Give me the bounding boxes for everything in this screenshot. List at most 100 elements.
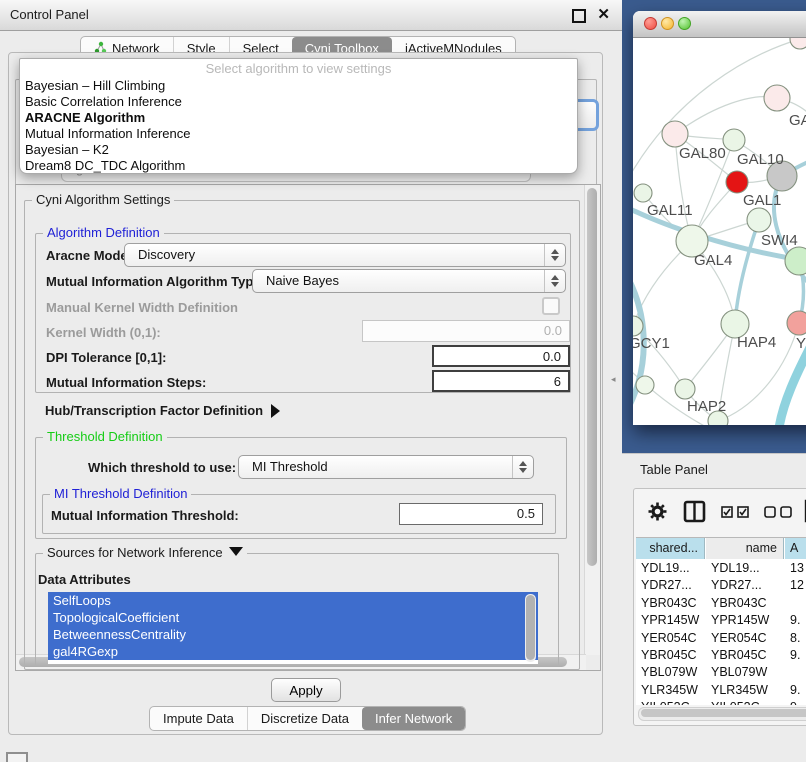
sources-group: Sources for Network Inference Data Attri… (35, 553, 559, 666)
attribute-list-item[interactable]: SelfLoops (48, 592, 538, 609)
algorithm-option[interactable]: Basic Correlation Inference (20, 94, 577, 110)
node-table[interactable]: shared...nameA YDL19...YDL19...13YDR27..… (636, 537, 806, 705)
float-window-icon[interactable] (572, 9, 586, 23)
which-threshold-value: MI Threshold (252, 456, 328, 478)
sources-title-label: Sources for Network Inference (47, 545, 223, 560)
hub-definition-toggle[interactable]: Hub/Transcription Factor Definition (45, 403, 280, 418)
kernel-width-label: Kernel Width (0,1): (46, 325, 161, 340)
node-label: HAP2 (687, 398, 726, 415)
table-cell: YPR145W (706, 612, 789, 629)
app-root: Control Panel ✕ Network Style Select (0, 0, 806, 762)
sources-title[interactable]: Sources for Network Inference (43, 545, 247, 561)
minimize-traffic-light-icon[interactable] (661, 17, 674, 30)
network-edge[interactable] (735, 220, 759, 324)
algorithm-list: Bayesian – Hill ClimbingBasic Correlatio… (20, 78, 577, 174)
stepper-icon (512, 456, 533, 478)
network-node[interactable] (790, 38, 806, 49)
hub-definition-label: Hub/Transcription Factor Definition (45, 403, 263, 418)
algorithm-option[interactable]: Bayesian – Hill Climbing (20, 78, 577, 94)
mi-type-combo[interactable]: Naive Bayes (252, 269, 566, 293)
network-node[interactable] (764, 85, 790, 111)
column-header[interactable]: name (706, 538, 784, 559)
attribute-list-item[interactable]: BetweennessCentrality (48, 626, 538, 643)
close-icon[interactable]: ✕ (597, 5, 610, 23)
algorithm-placeholder: Select algorithm to view settings (20, 59, 577, 78)
dpi-tolerance-field[interactable]: 0.0 (432, 345, 570, 367)
table-cell: 13 (785, 560, 806, 577)
tab-impute-data-label: Impute Data (163, 711, 234, 726)
split-columns-icon[interactable] (683, 500, 706, 526)
network-node[interactable] (747, 208, 771, 232)
table-row[interactable]: YIL052CYIL052C9 (636, 699, 806, 705)
expanded-arrow-icon (229, 547, 243, 556)
attribute-list-item[interactable]: TopologicalCoefficient (48, 609, 538, 626)
apply-button[interactable]: Apply (271, 678, 341, 702)
algorithm-option[interactable]: ARACNE Algorithm (20, 110, 577, 126)
which-threshold-combo[interactable]: MI Threshold (238, 455, 534, 479)
network-node[interactable] (662, 121, 688, 147)
gear-icon[interactable] (648, 502, 667, 524)
settings-scrollpane: Cyni Algorithm Settings Algorithm Defini… (15, 184, 601, 671)
algorithm-option[interactable]: Bayesian – K2 (20, 142, 577, 158)
table-cell: 12 (785, 577, 806, 594)
data-attributes-list[interactable]: SelfLoopsTopologicalCoefficientBetweenne… (48, 592, 538, 664)
table-row[interactable]: YER054CYER054C8. (636, 630, 806, 647)
close-traffic-light-icon[interactable] (644, 17, 657, 30)
divider-grip-icon[interactable]: ◂ (611, 374, 616, 385)
mi-steps-label: Mutual Information Steps: (46, 375, 206, 390)
node-label: GAL11 (647, 202, 693, 219)
algorithm-option[interactable]: Dream8 DC_TDC Algorithm (20, 158, 577, 174)
attribute-list-item[interactable]: gal4RGexp (48, 643, 538, 660)
table-row[interactable]: YPR145WYPR145W9. (636, 612, 806, 629)
manual-kernel-checkbox[interactable] (542, 297, 560, 315)
tab-impute-data[interactable]: Impute Data (150, 707, 247, 730)
network-edge[interactable] (675, 97, 777, 134)
table-toolbar (634, 489, 806, 535)
column-header[interactable]: shared... (636, 538, 705, 559)
zoom-traffic-light-icon[interactable] (678, 17, 691, 30)
network-canvas[interactable]: GALGAL80GAL10GAL11GAL1SWI4GAL4GCY1HAP4YH… (633, 38, 806, 425)
table-row[interactable]: YDR27...YDR27...12 (636, 577, 806, 594)
tab-infer-network[interactable]: Infer Network (362, 707, 465, 730)
manual-kernel-label: Manual Kernel Width Definition (46, 300, 238, 315)
network-node[interactable] (787, 311, 806, 335)
table-panel-title: Table Panel (640, 462, 708, 477)
list-scrollbar[interactable] (525, 594, 536, 662)
node-label: SWI4 (761, 232, 798, 249)
minimized-panel-icon[interactable] (6, 752, 28, 762)
table-row[interactable]: YBR043CYBR043C (636, 595, 806, 612)
network-node[interactable] (723, 129, 745, 151)
network-node[interactable] (675, 379, 695, 399)
table-row[interactable]: YBL079WYBL079W (636, 664, 806, 681)
aracne-mode-combo[interactable]: Discovery (124, 243, 566, 267)
which-threshold-label: Which threshold to use: (88, 460, 236, 475)
kernel-width-field[interactable]: 0.0 (362, 320, 570, 342)
table-row[interactable]: YDL19...YDL19...13 (636, 560, 806, 577)
tab-discretize-data[interactable]: Discretize Data (247, 707, 362, 730)
algorithm-option[interactable]: Mutual Information Inference (20, 126, 577, 142)
network-node[interactable] (726, 171, 748, 193)
cyni-algorithm-settings-group: Cyni Algorithm Settings Algorithm Defini… (24, 200, 580, 670)
column-header[interactable]: A (785, 538, 806, 559)
mi-threshold-field[interactable]: 0.5 (399, 503, 543, 525)
node-label: GAL (789, 112, 806, 129)
network-view-window[interactable]: GALGAL80GAL10GAL11GAL1SWI4GAL4GCY1HAP4YH… (633, 11, 806, 425)
table-cell: YBL079W (706, 664, 789, 681)
table-row[interactable]: YLR345WYLR345W9. (636, 682, 806, 699)
unchecked-boxes-icon[interactable] (764, 506, 792, 521)
tab-discretize-data-label: Discretize Data (261, 711, 349, 726)
vertical-scrollbar[interactable] (584, 185, 600, 655)
table-cell: YBL079W (636, 664, 710, 681)
mi-steps-field[interactable]: 6 (432, 370, 570, 392)
table-row[interactable]: YBR045CYBR045C9. (636, 647, 806, 664)
table-horizontal-scrollbar[interactable] (638, 707, 806, 721)
checked-boxes-icon[interactable] (721, 506, 749, 521)
vertical-scrollbar-thumb[interactable] (587, 188, 597, 566)
node-label: GAL10 (737, 151, 784, 168)
table-panel: Table Panel (622, 453, 806, 762)
network-node[interactable] (634, 184, 652, 202)
network-node[interactable] (636, 376, 654, 394)
table-cell: YDL19... (706, 560, 789, 577)
table-hscroll-thumb[interactable] (641, 709, 806, 717)
network-window-titlebar[interactable] (633, 11, 806, 38)
